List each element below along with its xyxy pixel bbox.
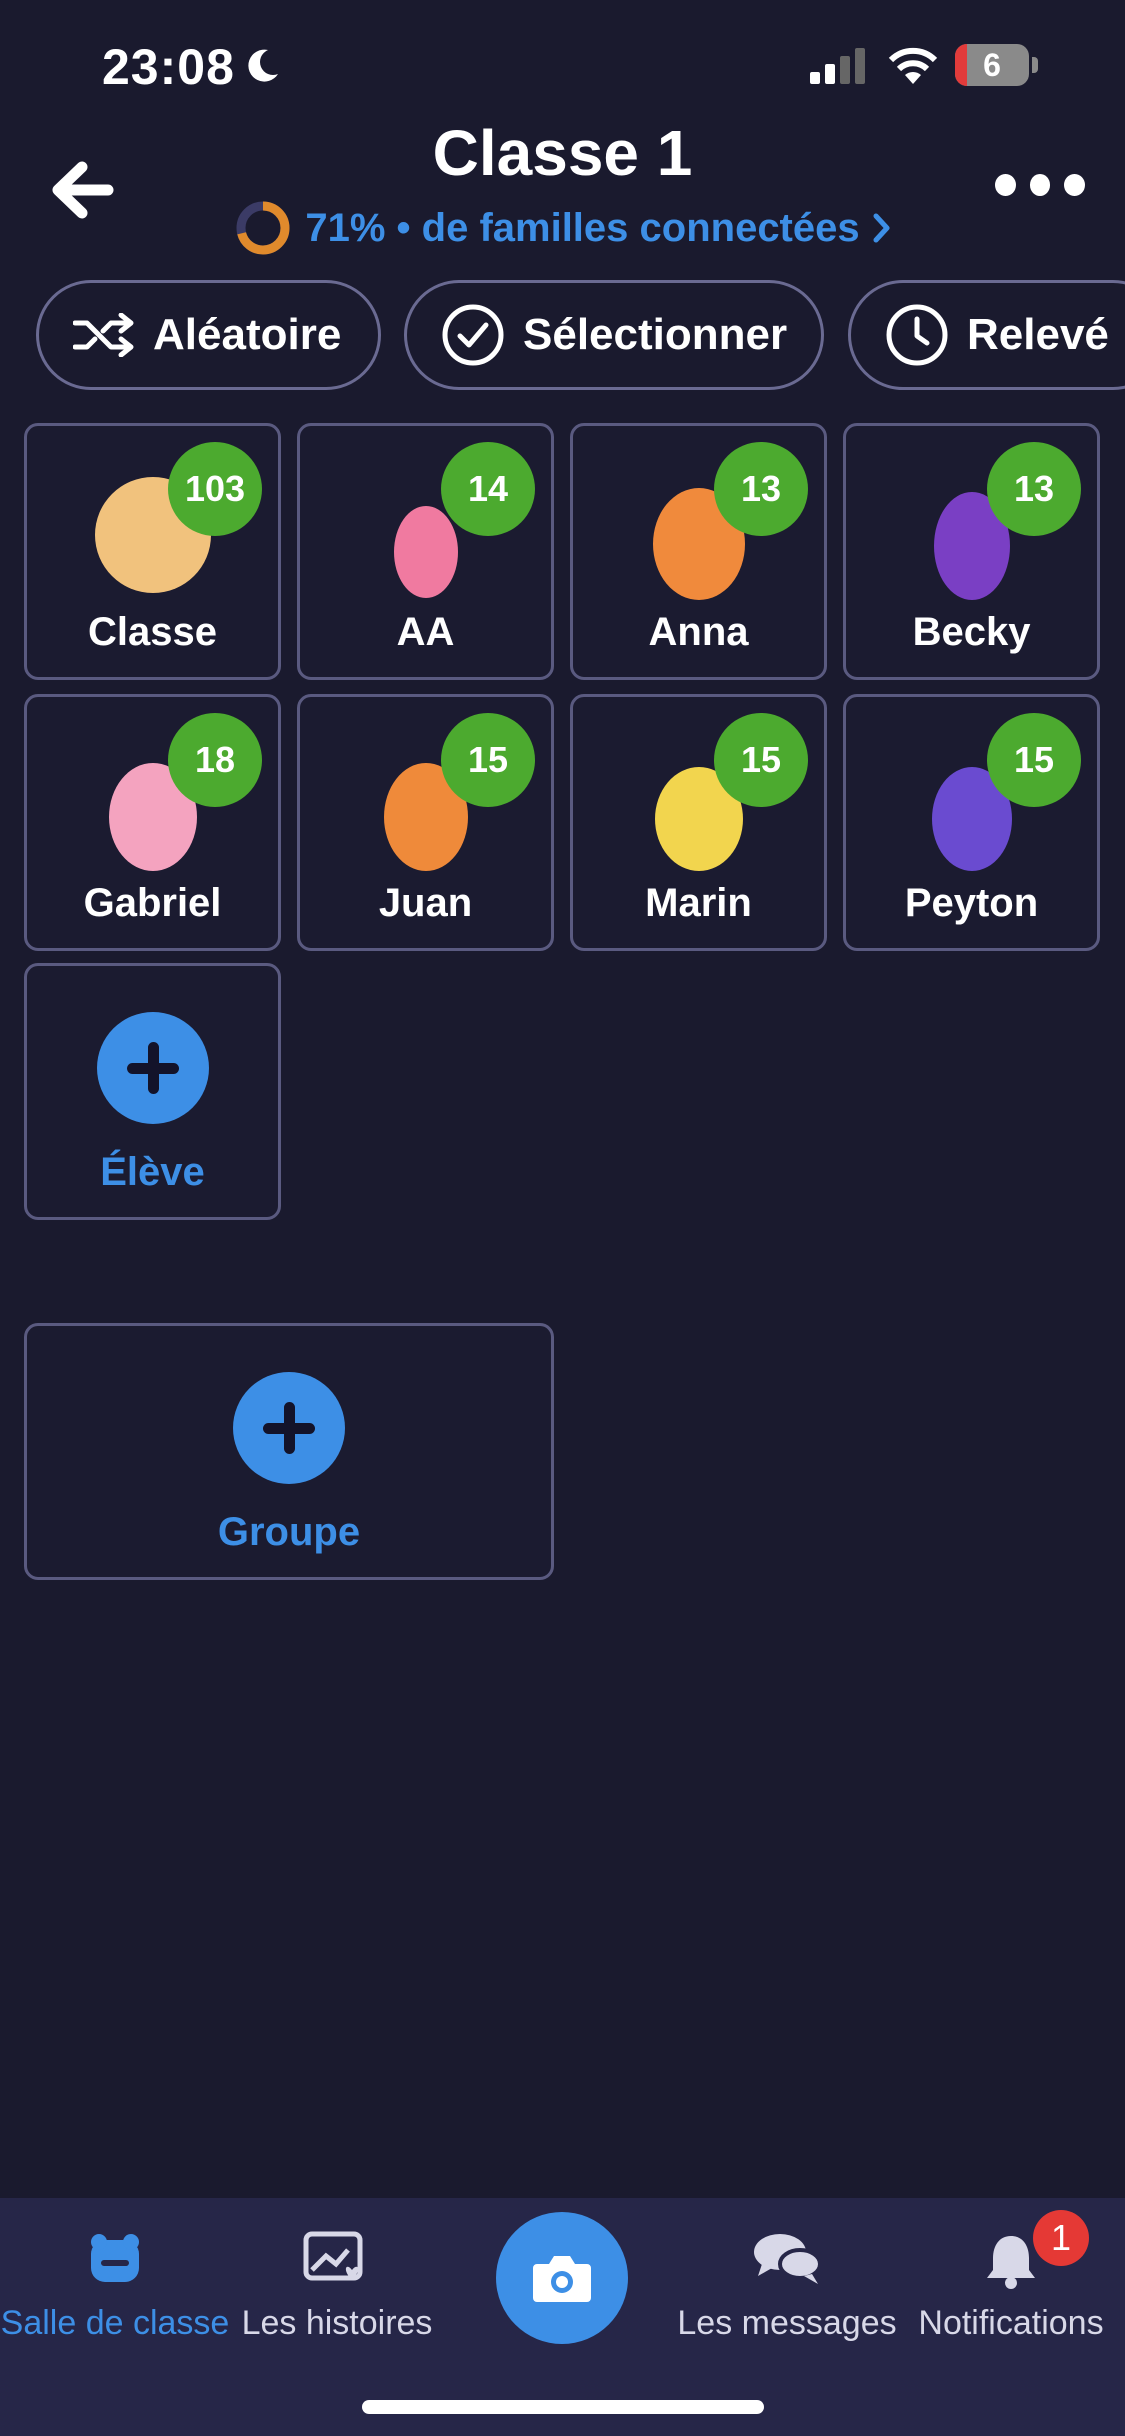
- plus-icon: [233, 1372, 345, 1484]
- student-name: AA: [396, 610, 455, 654]
- random-button[interactable]: Aléatoire: [36, 280, 381, 390]
- classroom-icon: [91, 2234, 139, 2282]
- student-card[interactable]: 15 Juan: [297, 694, 554, 951]
- points-badge: 13: [714, 442, 808, 536]
- nav-notifications[interactable]: Notifications: [896, 2230, 1125, 2342]
- attendance-button[interactable]: Relevé: [848, 280, 1125, 390]
- camera-button[interactable]: [496, 2212, 628, 2344]
- bell-icon: [987, 2236, 1035, 2289]
- camera-icon: [533, 2256, 591, 2302]
- select-button[interactable]: Sélectionner: [404, 280, 824, 390]
- student-card[interactable]: 18 Gabriel: [24, 694, 281, 951]
- add-group-button[interactable]: Groupe: [24, 1323, 554, 1580]
- more-options-icon[interactable]: [995, 165, 1086, 205]
- student-name: Marin: [645, 881, 752, 925]
- student-name: Gabriel: [83, 881, 222, 925]
- moon-icon: [248, 49, 278, 82]
- points-badge: 14: [441, 442, 535, 536]
- family-connection-link[interactable]: 71% • de familles connectées: [0, 198, 1125, 258]
- student-card[interactable]: 15 Peyton: [843, 694, 1100, 951]
- points-badge: 15: [441, 713, 535, 807]
- student-card[interactable]: 15 Marin: [570, 694, 827, 951]
- random-label: Aléatoire: [153, 310, 342, 359]
- student-card[interactable]: 14 AA: [297, 423, 554, 680]
- chevron-right-icon: [873, 213, 890, 243]
- connection-progress-ring-icon: [236, 201, 290, 255]
- home-indicator: [362, 2400, 764, 2414]
- student-card[interactable]: 13 Becky: [843, 423, 1100, 680]
- student-card[interactable]: 13 Anna: [570, 423, 827, 680]
- student-card[interactable]: 103 Classe: [24, 423, 281, 680]
- nav-messages-label: Les messages: [677, 2304, 897, 2342]
- stories-icon: [303, 2231, 363, 2281]
- nav-notifications-label: Notifications: [918, 2304, 1104, 2342]
- add-student-label: Élève: [100, 1150, 205, 1194]
- page-title: Classe 1: [432, 117, 693, 189]
- nav-messages[interactable]: Les messages: [672, 2230, 902, 2342]
- points-badge: 13: [987, 442, 1081, 536]
- notification-count-badge: 1: [1033, 2210, 1089, 2266]
- messages-icon: [754, 2234, 822, 2284]
- nav-stories-label: Les histoires: [241, 2304, 433, 2342]
- student-name: Peyton: [904, 881, 1039, 925]
- nav-stories[interactable]: Les histoires: [222, 2230, 452, 2342]
- checkmark-circle-icon: [442, 304, 504, 366]
- student-name: Becky: [912, 610, 1031, 654]
- signal-icon: [810, 48, 865, 84]
- points-badge: 15: [987, 713, 1081, 807]
- shuffle-icon: [73, 313, 134, 357]
- select-label: Sélectionner: [523, 310, 788, 359]
- points-badge: 18: [168, 713, 262, 807]
- nav-classroom[interactable]: Salle de classe: [0, 2230, 230, 2342]
- points-badge: 15: [714, 713, 808, 807]
- plus-icon: [96, 1012, 209, 1124]
- attendance-label: Relevé: [967, 310, 1109, 359]
- student-name: Classe: [88, 610, 217, 654]
- status-time: 23:08: [102, 39, 235, 95]
- clock-icon: [886, 304, 948, 366]
- student-name: Anna: [648, 610, 749, 654]
- add-group-label: Groupe: [217, 1510, 361, 1554]
- add-student-button[interactable]: Élève: [24, 963, 281, 1220]
- student-name: Juan: [378, 881, 473, 925]
- battery-indicator: 6: [955, 44, 1039, 86]
- wifi-icon: [888, 47, 938, 84]
- points-badge: 103: [168, 442, 262, 536]
- nav-classroom-label: Salle de classe: [0, 2304, 230, 2342]
- battery-level: 6: [983, 47, 1001, 83]
- family-connection-text: 71% • de familles connectées: [305, 205, 860, 250]
